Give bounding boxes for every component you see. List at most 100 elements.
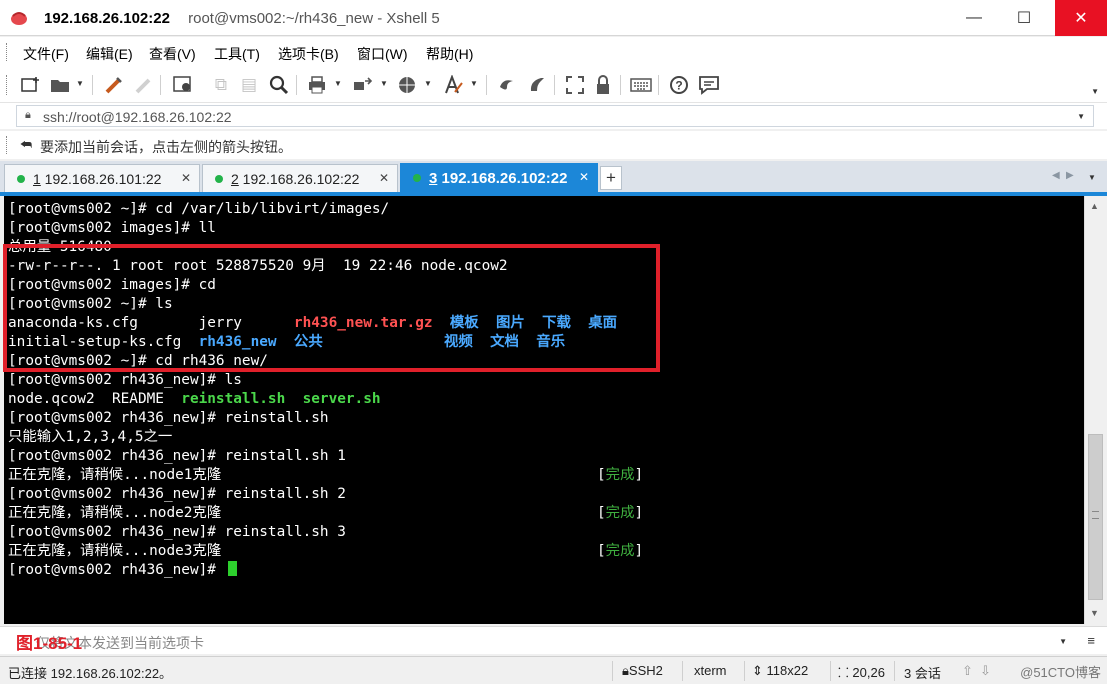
terminal-line: [root@vms002 rh436_new]# reinstall.sh 3 (8, 523, 346, 542)
terminal-text: 图片 (496, 315, 525, 331)
session-nav-up-icon[interactable]: ⇧ (962, 663, 973, 679)
tab-scroll-right-icon[interactable]: ▶ (1066, 170, 1074, 181)
tab-close-icon[interactable]: ✕ (379, 171, 389, 185)
minimize-icon: — (966, 9, 982, 26)
help-icon[interactable]: ? (668, 74, 690, 96)
tab-scroll-left-icon[interactable]: ◀ (1052, 170, 1060, 181)
tab-session-1[interactable]: 1 192.168.26.101:22 ✕ (4, 164, 200, 192)
terminal-screen[interactable]: [root@vms002 ~]# cd /var/lib/libvirt/ima… (4, 196, 1084, 624)
xshell-icon[interactable] (496, 74, 518, 96)
window-title-subtitle: root@vms002:~/rh436_new - Xshell 5 (188, 10, 440, 27)
copy-icon[interactable]: ⧉ (210, 74, 232, 96)
address-dropdown-icon[interactable]: ▼ (1077, 112, 1085, 121)
menu-file[interactable]: 文件(F) (23, 44, 69, 64)
print-dropdown-icon[interactable]: ▼ (334, 79, 342, 88)
close-button[interactable]: ✕ (1055, 0, 1107, 36)
session-hint-bar: ⮪ 要添加当前会话，点击左侧的箭头按钮。 (0, 131, 1107, 159)
menu-bar: 文件(F) 编辑(E) 查看(V) 工具(T) 选项卡(B) 窗口(W) 帮助(… (0, 37, 1107, 67)
terminal-line: anaconda-ks.cfg jerry rh436_new.tar.gz 模… (8, 314, 617, 333)
hint-text: 要添加当前会话，点击左侧的箭头按钮。 (40, 139, 292, 155)
terminal-text: rh436_new (198, 334, 277, 350)
terminal-line: [root@vms002 ~]# ls (8, 295, 173, 314)
tab-session-3[interactable]: 3 192.168.26.102:22 ✕ (400, 163, 598, 192)
tab-close-icon[interactable]: ✕ (181, 171, 191, 185)
toolbar-separator (92, 75, 93, 95)
terminal-text: 总用量 516480 (8, 239, 112, 255)
toolbar-grip[interactable] (6, 75, 8, 95)
minimize-button[interactable]: — (951, 0, 997, 36)
chat-icon[interactable] (698, 74, 720, 96)
connected-status-icon (215, 175, 223, 183)
status-separator (894, 661, 895, 681)
menu-tabs[interactable]: 选项卡(B) (278, 44, 339, 64)
menu-edit[interactable]: 编辑(E) (86, 44, 133, 64)
open-folder-icon[interactable] (50, 74, 72, 96)
xftp-icon[interactable] (526, 74, 548, 96)
menu-view[interactable]: 查看(V) (149, 44, 196, 64)
terminal-text: [root@vms002 rh436_new]# reinstall.sh 3 (8, 524, 346, 540)
status-bar: 已连接 192.168.26.102:22。 🔒︎SSH2 xterm ⇕ 11… (0, 656, 1107, 684)
tab-list-dropdown-icon[interactable]: ▼ (1088, 173, 1096, 182)
compose-menu-icon[interactable]: ≡ (1087, 633, 1095, 648)
terminal-scrollbar[interactable]: ▲ ▼ (1084, 196, 1106, 624)
new-session-icon[interactable] (20, 74, 42, 96)
toolbar-overflow-icon[interactable]: ▼ (1091, 87, 1099, 96)
lock-icon[interactable] (592, 74, 614, 96)
toolbar-separator (160, 75, 161, 95)
menu-tools[interactable]: 工具(T) (214, 44, 260, 64)
properties-icon[interactable] (172, 74, 194, 96)
paste-icon[interactable]: ▤ (238, 74, 260, 96)
scroll-down-icon[interactable]: ▼ (1090, 608, 1099, 618)
disconnect-icon[interactable] (133, 74, 155, 96)
toolbar-separator (658, 75, 659, 95)
menu-help[interactable]: 帮助(H) (426, 44, 473, 64)
window-title: 192.168.26.102:22 root@vms002:~/rh436_ne… (44, 10, 440, 27)
scroll-up-icon[interactable]: ▲ (1090, 201, 1099, 211)
print-icon[interactable] (306, 74, 328, 96)
maximize-button[interactable]: ☐ (1001, 0, 1047, 36)
terminal-line: node.qcow2 README reinstall.sh server.sh (8, 390, 381, 409)
menu-grip[interactable] (6, 43, 8, 61)
font-icon[interactable] (442, 74, 464, 96)
toolbar-separator (296, 75, 297, 95)
terminal-text: [root@vms002 rh436_new]# (8, 562, 225, 578)
terminal-text: 桌面 (588, 315, 618, 331)
tab-session-2[interactable]: 2 192.168.26.102:22 ✕ (202, 164, 398, 192)
menu-window[interactable]: 窗口(W) (357, 44, 408, 64)
scroll-thumb[interactable] (1088, 434, 1103, 600)
address-value: ssh://root@192.168.26.102:22 (43, 109, 232, 125)
reconnect-icon[interactable] (103, 74, 125, 96)
globe-icon[interactable] (396, 74, 418, 96)
terminal-text: [root@vms002 rh436_new]# reinstall.sh (8, 410, 329, 426)
terminal-line: 正在克隆，请稍候...node2克隆 [完成] (8, 504, 643, 523)
close-icon: ✕ (1074, 10, 1088, 27)
session-nav-down-icon[interactable]: ⇩ (980, 663, 991, 679)
terminal-line: [root@vms002 rh436_new]# reinstall.sh 1 (8, 447, 346, 466)
open-dropdown-icon[interactable]: ▼ (76, 79, 84, 88)
fullscreen-icon[interactable] (564, 74, 586, 96)
terminal-text: 正在克隆，请稍候...node2克隆 (8, 505, 222, 521)
address-field[interactable]: 🔒︎ ssh://root@192.168.26.102:22 ▼ (16, 105, 1094, 127)
status-separator (682, 661, 683, 681)
transfer-dropdown-icon[interactable]: ▼ (380, 79, 388, 88)
new-tab-button[interactable]: + (600, 166, 622, 190)
font-dropdown-icon[interactable]: ▼ (470, 79, 478, 88)
globe-dropdown-icon[interactable]: ▼ (424, 79, 432, 88)
compose-dropdown-icon[interactable]: ▼ (1059, 637, 1067, 646)
transfer-icon[interactable] (352, 74, 374, 96)
status-size: ⇕ 118x22 (752, 663, 809, 678)
terminal-line: [root@vms002 images]# ll (8, 219, 216, 238)
status-protocol: 🔒︎SSH2 (622, 663, 663, 678)
find-icon[interactable] (268, 74, 290, 96)
terminal-text: anaconda-ks.cfg jerry (8, 315, 294, 331)
keyboard-icon[interactable] (630, 74, 652, 96)
hint-grip[interactable] (6, 136, 8, 154)
tab-close-icon[interactable]: ✕ (579, 170, 589, 184)
add-session-arrow-icon[interactable]: ⮪ (20, 137, 32, 153)
